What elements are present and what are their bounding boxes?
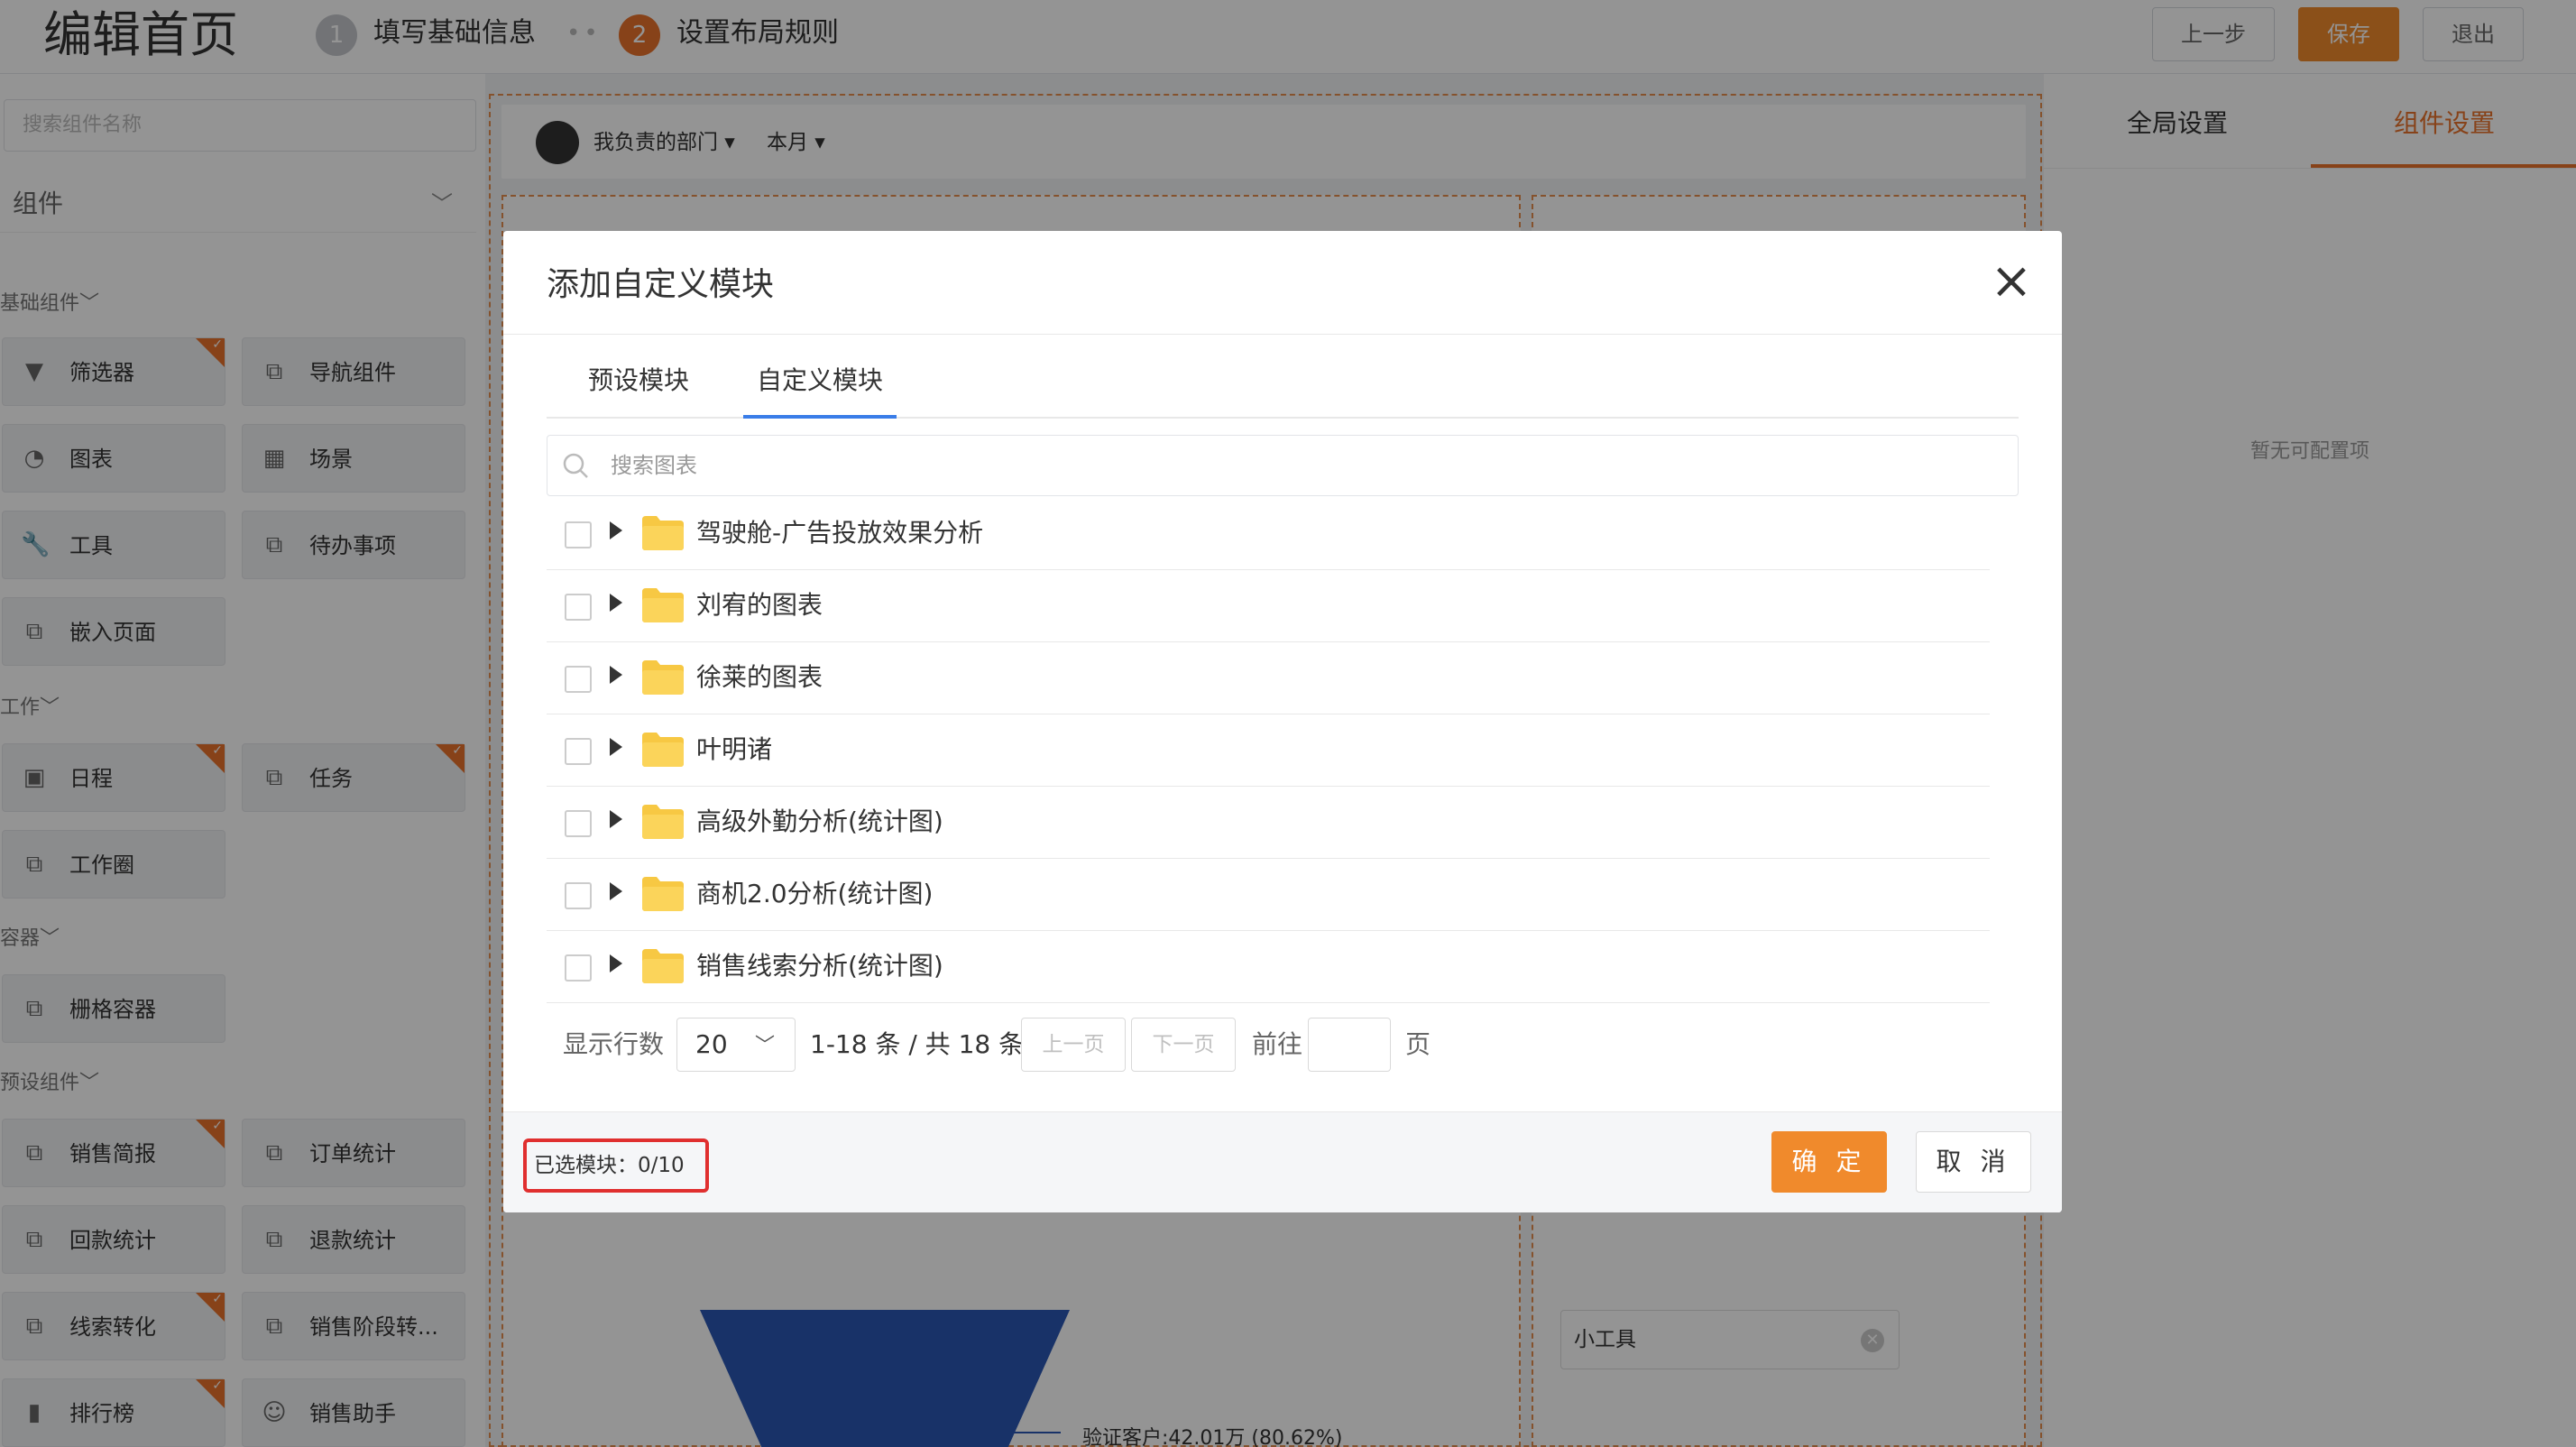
dialog-header-divider bbox=[503, 334, 2062, 335]
folder-name: 商机2.0分析(统计图) bbox=[696, 879, 934, 908]
row-checkbox[interactable] bbox=[565, 521, 592, 548]
expand-caret-icon[interactable] bbox=[610, 594, 622, 612]
row-checkbox[interactable] bbox=[565, 810, 592, 837]
goto-page-input[interactable] bbox=[1308, 1018, 1391, 1072]
pagination-range: 1-18 条 / 共 18 条 bbox=[810, 1029, 1025, 1059]
expand-caret-icon[interactable] bbox=[610, 954, 622, 972]
tab-preset-modules[interactable]: 预设模块 bbox=[570, 345, 707, 417]
folder-name: 高级外勤分析(统计图) bbox=[696, 806, 943, 836]
active-tab-indicator bbox=[743, 415, 897, 419]
add-custom-module-dialog: 添加自定义模块 × 预设模块 自定义模块 驾驶舱-广告投放效果分析刘宥的图表徐莱… bbox=[503, 231, 2062, 1212]
folder-row[interactable]: 徐莱的图表 bbox=[547, 642, 1990, 714]
expand-caret-icon[interactable] bbox=[610, 666, 622, 684]
folder-row[interactable]: 高级外勤分析(统计图) bbox=[547, 787, 1990, 859]
search-icon bbox=[563, 453, 588, 478]
expand-caret-icon[interactable] bbox=[610, 882, 622, 900]
rows-per-page-label: 显示行数 bbox=[563, 1029, 665, 1059]
row-checkbox[interactable] bbox=[565, 882, 592, 909]
folder-row[interactable]: 销售线索分析(统计图) bbox=[547, 931, 1990, 1003]
page-unit-label: 页 bbox=[1405, 1029, 1431, 1059]
page-size-select[interactable]: 20 ﹀ bbox=[676, 1018, 796, 1072]
folder-icon bbox=[642, 733, 684, 767]
row-checkbox[interactable] bbox=[565, 954, 592, 982]
row-checkbox[interactable] bbox=[565, 594, 592, 621]
folder-row[interactable]: 驾驶舱-广告投放效果分析 bbox=[547, 498, 1990, 570]
row-checkbox[interactable] bbox=[565, 738, 592, 765]
folder-icon bbox=[642, 877, 684, 911]
chart-search-box[interactable] bbox=[547, 435, 2019, 496]
chevron-down-icon: ﹀ bbox=[754, 1035, 775, 1057]
folder-icon bbox=[642, 516, 684, 550]
selected-count: 已选模块：0/10 bbox=[523, 1138, 709, 1193]
expand-caret-icon[interactable] bbox=[610, 810, 622, 828]
folder-name: 刘宥的图表 bbox=[696, 590, 823, 620]
row-checkbox[interactable] bbox=[565, 666, 592, 693]
folder-row[interactable]: 刘宥的图表 bbox=[547, 570, 1990, 642]
folder-name: 徐莱的图表 bbox=[696, 662, 823, 692]
next-page-button[interactable]: 下一页 bbox=[1131, 1018, 1236, 1072]
folder-icon bbox=[642, 660, 684, 695]
page-size-value: 20 bbox=[695, 1029, 728, 1059]
dialog-title: 添加自定义模块 bbox=[547, 266, 775, 303]
folder-name: 驾驶舱-广告投放效果分析 bbox=[696, 518, 984, 548]
folder-name: 销售线索分析(统计图) bbox=[696, 951, 943, 981]
cancel-button[interactable]: 取 消 bbox=[1916, 1131, 2031, 1193]
folder-icon bbox=[642, 805, 684, 839]
confirm-button[interactable]: 确 定 bbox=[1771, 1131, 1887, 1193]
goto-label: 前往 bbox=[1252, 1029, 1303, 1059]
pagination-bar: 显示行数 20 ﹀ 1-18 条 / 共 18 条 上一页 下一页 前往 页 bbox=[503, 1009, 2062, 1126]
folder-name: 叶明诸 bbox=[696, 734, 773, 764]
tab-custom-modules[interactable]: 自定义模块 bbox=[743, 345, 897, 417]
prev-page-button[interactable]: 上一页 bbox=[1021, 1018, 1126, 1072]
chart-search-input[interactable] bbox=[611, 445, 1873, 486]
folder-icon bbox=[642, 949, 684, 983]
close-icon[interactable]: × bbox=[1986, 256, 2037, 309]
expand-caret-icon[interactable] bbox=[610, 738, 622, 756]
folder-row[interactable]: 叶明诸 bbox=[547, 714, 1990, 787]
folder-row[interactable]: 商机2.0分析(统计图) bbox=[547, 859, 1990, 931]
folder-icon bbox=[642, 588, 684, 622]
expand-caret-icon[interactable] bbox=[610, 521, 622, 539]
